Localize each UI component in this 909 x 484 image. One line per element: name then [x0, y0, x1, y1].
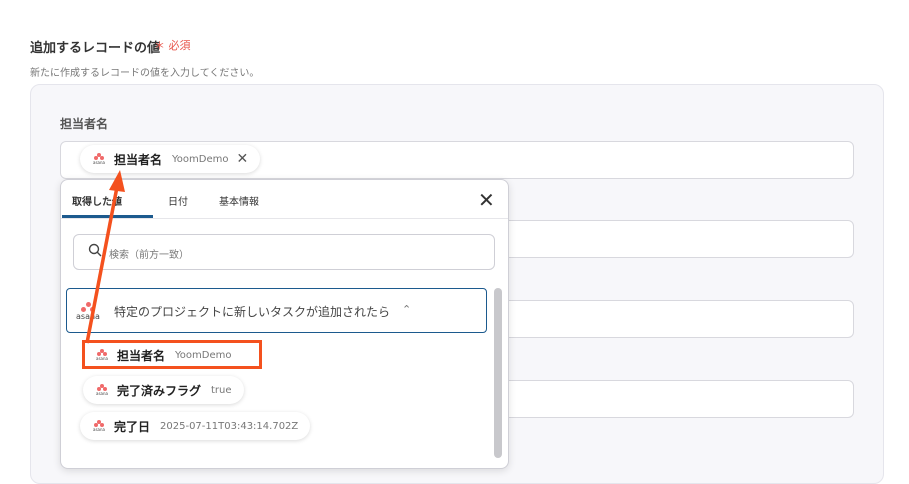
annotation-arrow [85, 170, 125, 344]
